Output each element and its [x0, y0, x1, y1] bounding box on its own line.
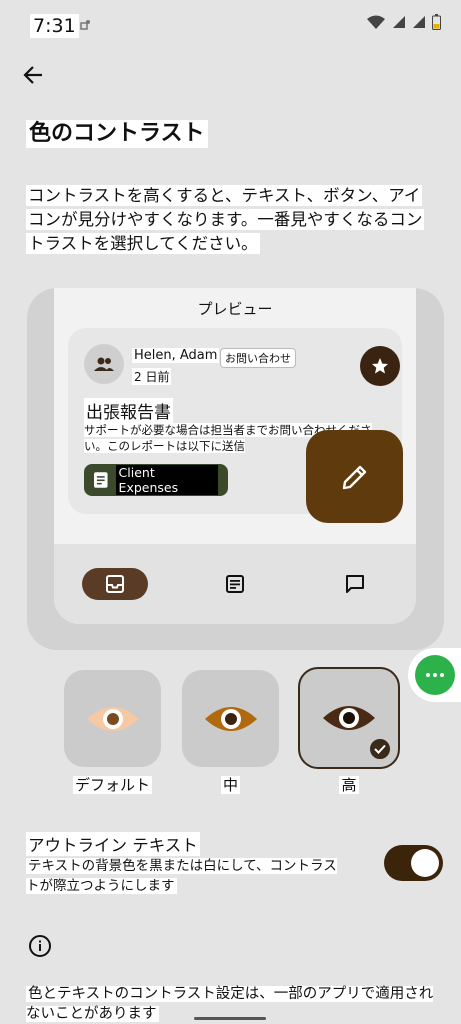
outline-text-toggle[interactable]: [384, 845, 443, 881]
attachment-label: Client Expenses: [115, 465, 218, 495]
contrast-label-medium: 中: [220, 776, 240, 794]
wifi-icon: [367, 15, 385, 29]
back-button[interactable]: [18, 60, 48, 90]
eye-icon: [204, 706, 257, 731]
contrast-option-high[interactable]: [298, 667, 400, 769]
email-subject: 出張報告書: [84, 398, 173, 423]
arrow-back-icon: [23, 66, 42, 84]
notification-icon: [80, 20, 90, 30]
chat-icon: [346, 575, 364, 593]
check-icon: [368, 737, 392, 761]
toggle-knob: [411, 849, 439, 877]
attachment-chip: Client Expenses: [84, 464, 228, 496]
preview-title: プレビュー: [197, 300, 273, 318]
article-icon: [226, 575, 244, 593]
star-button: [360, 346, 400, 386]
floating-bubble[interactable]: [408, 648, 461, 702]
more-options-icon: [415, 655, 455, 695]
contrast-label-default: デフォルト: [72, 776, 152, 794]
people-icon: [94, 357, 114, 371]
outline-text-title: アウトライン テキスト: [26, 832, 200, 856]
document-icon: [94, 472, 108, 488]
nav-item-chat: [322, 568, 388, 600]
email-date: 2 日前: [132, 368, 172, 385]
battery-icon: [432, 14, 441, 30]
avatar: [84, 344, 124, 384]
gesture-bar: [194, 1017, 266, 1020]
status-time: 7:31: [30, 14, 79, 38]
star-icon: [372, 358, 388, 374]
eye-icon: [86, 706, 139, 731]
page-description: コントラストを高くすると、テキスト、ボタン、アイコンが見分けやすくなります。一番…: [26, 185, 425, 254]
signal-icon-2: [413, 16, 425, 28]
status-icons: [366, 14, 441, 30]
signal-icon: [393, 16, 405, 28]
email-sender: Helen, Adam: [132, 348, 220, 363]
info-icon: [29, 935, 51, 957]
inbox-icon: [106, 575, 124, 593]
contrast-label-high: 高: [339, 776, 359, 794]
outline-text-description: テキストの背景色を黒または白にして、コントラストが際立つようにします: [26, 858, 337, 894]
pencil-icon: [342, 465, 366, 489]
compose-fab: [306, 430, 403, 523]
page-title: 色のコントラスト: [26, 120, 208, 148]
eye-icon: [323, 706, 375, 730]
email-tag: お問い合わせ: [220, 348, 296, 368]
nav-item-inbox: [82, 568, 148, 600]
status-bar: 7:31: [0, 0, 461, 52]
preview-nav-bar: [54, 544, 416, 624]
contrast-option-default[interactable]: [64, 670, 161, 767]
nav-item-articles: [202, 568, 268, 600]
contrast-option-medium[interactable]: [182, 670, 279, 767]
